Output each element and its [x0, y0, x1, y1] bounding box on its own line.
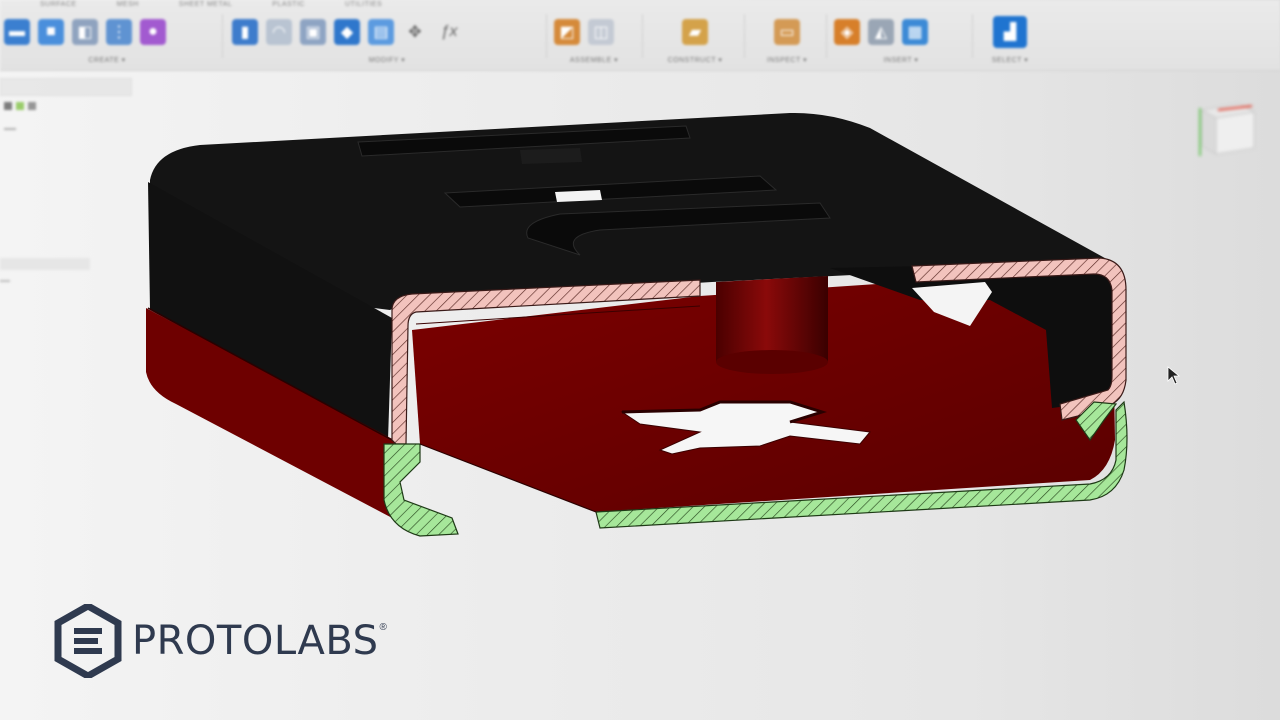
logo-registered-mark: ® [379, 621, 387, 633]
protolabs-hexagon-icon [54, 604, 122, 678]
logo-wordmark: PROTOLABS [132, 618, 379, 664]
protolabs-logo: PROTOLABS ® [54, 604, 387, 678]
lid-window [555, 190, 602, 202]
post-base [716, 350, 828, 374]
lid-step [520, 148, 582, 164]
